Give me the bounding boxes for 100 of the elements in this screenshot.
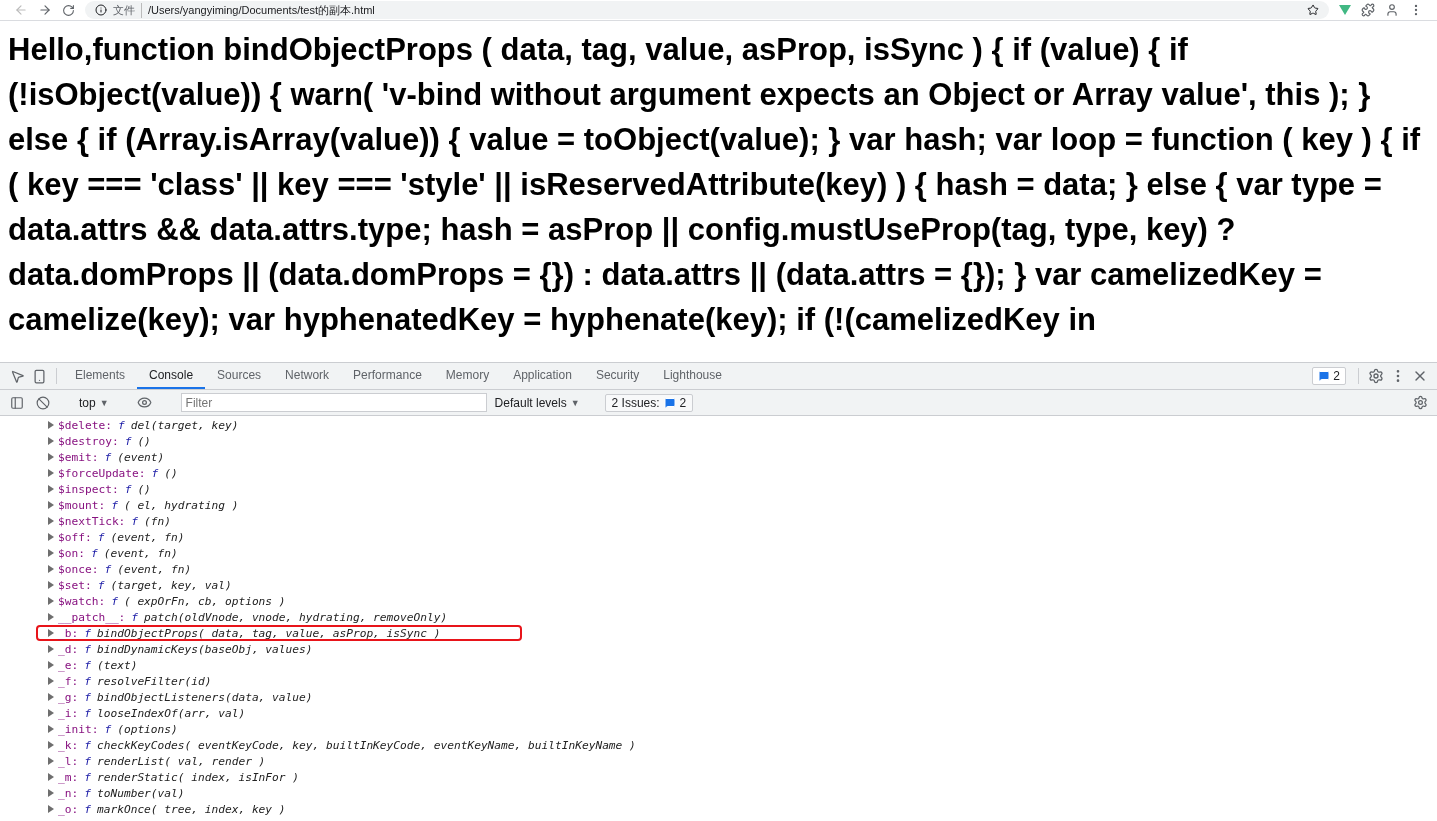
levels-dropdown[interactable]: Default levels ▼ [490,395,584,410]
property-name: _e: [58,658,79,672]
property-name: _b: [58,626,79,640]
function-signature: (event) [117,450,165,464]
property-name: __patch__: [58,610,126,624]
property-name: $on: [58,546,85,560]
function-signature: markOnce( tree, index, key ) [96,802,286,816]
console-settings-icon[interactable] [1412,395,1428,410]
inspect-icon[interactable] [9,368,25,384]
url-text: /Users/yangyiming/Documents/test的副本.html [148,2,375,18]
function-marker: f [84,754,91,768]
function-marker: f [84,626,91,640]
property-name: $off: [58,530,92,544]
property-name: $inspect: [58,482,119,496]
devtools-tab[interactable]: Lighthouse [651,363,734,389]
function-signature: (event, fn) [103,546,178,560]
function-marker: f [84,770,91,784]
property-name: $watch: [58,594,106,608]
function-signature: renderStatic( index, isInFor ) [96,770,300,784]
function-signature: bindObjectProps( data, tag, value, asProp, isSync ) [96,626,441,640]
function-signature: (options) [117,722,178,736]
device-toggle-icon[interactable] [31,368,47,384]
function-signature: (event, fn) [117,562,192,576]
property-name: _n: [58,786,79,800]
message-icon [663,396,676,409]
function-marker: f [84,738,91,752]
devtools-tab[interactable]: Elements [63,363,138,389]
property-name: _o: [58,802,79,816]
function-marker: f [117,418,125,432]
property-name: $nextTick: [58,514,126,528]
function-signature: () [164,466,178,480]
property-name: _init: [58,722,99,736]
function-signature: resolveFilter(id) [96,674,212,688]
function-signature: checkKeyCodes( eventKeyCode, key, builtInKeyCode, eventKeyName, builtInKeyName ) [96,738,636,752]
devtools-tab[interactable]: Security [583,363,652,389]
function-signature: () [137,434,151,448]
function-marker: f [90,546,98,560]
function-signature: ( expOrFn, cb, options ) [123,594,286,608]
forward-icon[interactable] [38,3,52,17]
issues-button[interactable]: 2 Issues: 2 [604,393,694,412]
property-name: $delete: [58,418,112,432]
function-marker: f [97,578,105,592]
property-name: _m: [58,770,79,784]
function-marker: f [84,674,91,688]
function-marker: f [84,786,91,800]
address-prefix: 文件 [113,2,142,18]
function-signature: ( el, hydrating ) [123,498,239,512]
property-name: _i: [58,706,79,720]
function-signature: del(target, key) [130,418,239,432]
function-signature: (target, key, val) [110,578,232,592]
devtools-tab[interactable]: Network [273,363,342,389]
devtools-tab[interactable]: Performance [341,363,434,389]
property-name: $set: [58,578,92,592]
page-text: Hello,function bindObjectProps ( data, tag, value, asProp, isSync ) { if (value) { if (!isObject(value)) { warn( 'v-bind without argument expects an Object or Array value', this ); } else { if (Array.isArray(value)) { value = toObject(value); } var hash; var loop = function ( key ) { if ( key === 'class' || key === 'style' || isReservedAttribute(key) ) { hash = data; } else { var type = data.attrs && data.attrs.type; hash = asProp || config.mustUseProp(tag, type, key) ? data.domProps || (data.domProps = {}) : data.attrs || (data.attrs = {}); } var camelizedKey = camelize(key); var hyphenatedKey = hyphenate(key); if (!(camelizedKey in [8,31,1422,339]
function-marker: f [124,434,132,448]
function-marker: f [104,562,112,576]
function-marker: f [151,466,159,480]
function-marker: f [131,514,139,528]
info-icon [95,4,107,16]
function-signature: bindObjectListeners(data, value) [96,690,313,704]
function-marker: f [111,594,118,608]
eye-icon[interactable] [137,395,153,410]
issues-badge[interactable]: 2 [1312,367,1346,385]
function-marker: f [84,658,91,672]
function-marker: f [84,642,91,656]
avatar-icon[interactable] [1385,3,1399,17]
function-marker: f [84,690,91,704]
reload-icon[interactable] [62,3,75,17]
puzzle-icon[interactable] [1361,3,1375,17]
bookmark-star-icon[interactable] [1307,4,1319,16]
function-signature: (text) [96,658,138,672]
function-marker: f [84,802,91,816]
devtools-tab[interactable]: Memory [433,363,502,389]
property-name: _k: [58,738,79,752]
property-name: _l: [58,754,79,768]
function-marker: f [104,450,112,464]
function-signature: patch(oldVnode, vnode, hydrating, removeOnly) [144,610,448,624]
sidebar-toggle-icon[interactable] [10,395,24,410]
context-dropdown[interactable]: top ▼ [75,395,113,410]
property-name: $forceUpdate: [58,466,146,480]
message-icon [1318,370,1331,382]
devtools-tab[interactable]: Sources [205,363,274,389]
clear-console-icon[interactable] [36,395,50,410]
property-name: _f: [58,674,79,688]
function-signature: (event, fn) [110,530,185,544]
settings-icon[interactable] [1368,368,1384,384]
function-signature: () [137,482,151,496]
function-signature: toNumber(val) [96,786,185,800]
property-name: $destroy: [58,434,119,448]
property-name: _d: [58,642,79,656]
function-marker: f [131,610,139,624]
property-name: $emit: [58,450,99,464]
devtools-tab[interactable]: Application [501,363,584,389]
function-signature: bindDynamicKeys(baseObj, values) [96,642,313,656]
property-name: $once: [58,562,99,576]
property-name: $mount: [58,498,106,512]
function-marker: f [104,722,112,736]
address-bar[interactable]: 文件 /Users/yangyiming/Documents/test的副本.html [85,1,1329,19]
filter-field[interactable]: Filter [180,393,487,412]
function-signature: looseIndexOf(arr, val) [96,706,246,720]
